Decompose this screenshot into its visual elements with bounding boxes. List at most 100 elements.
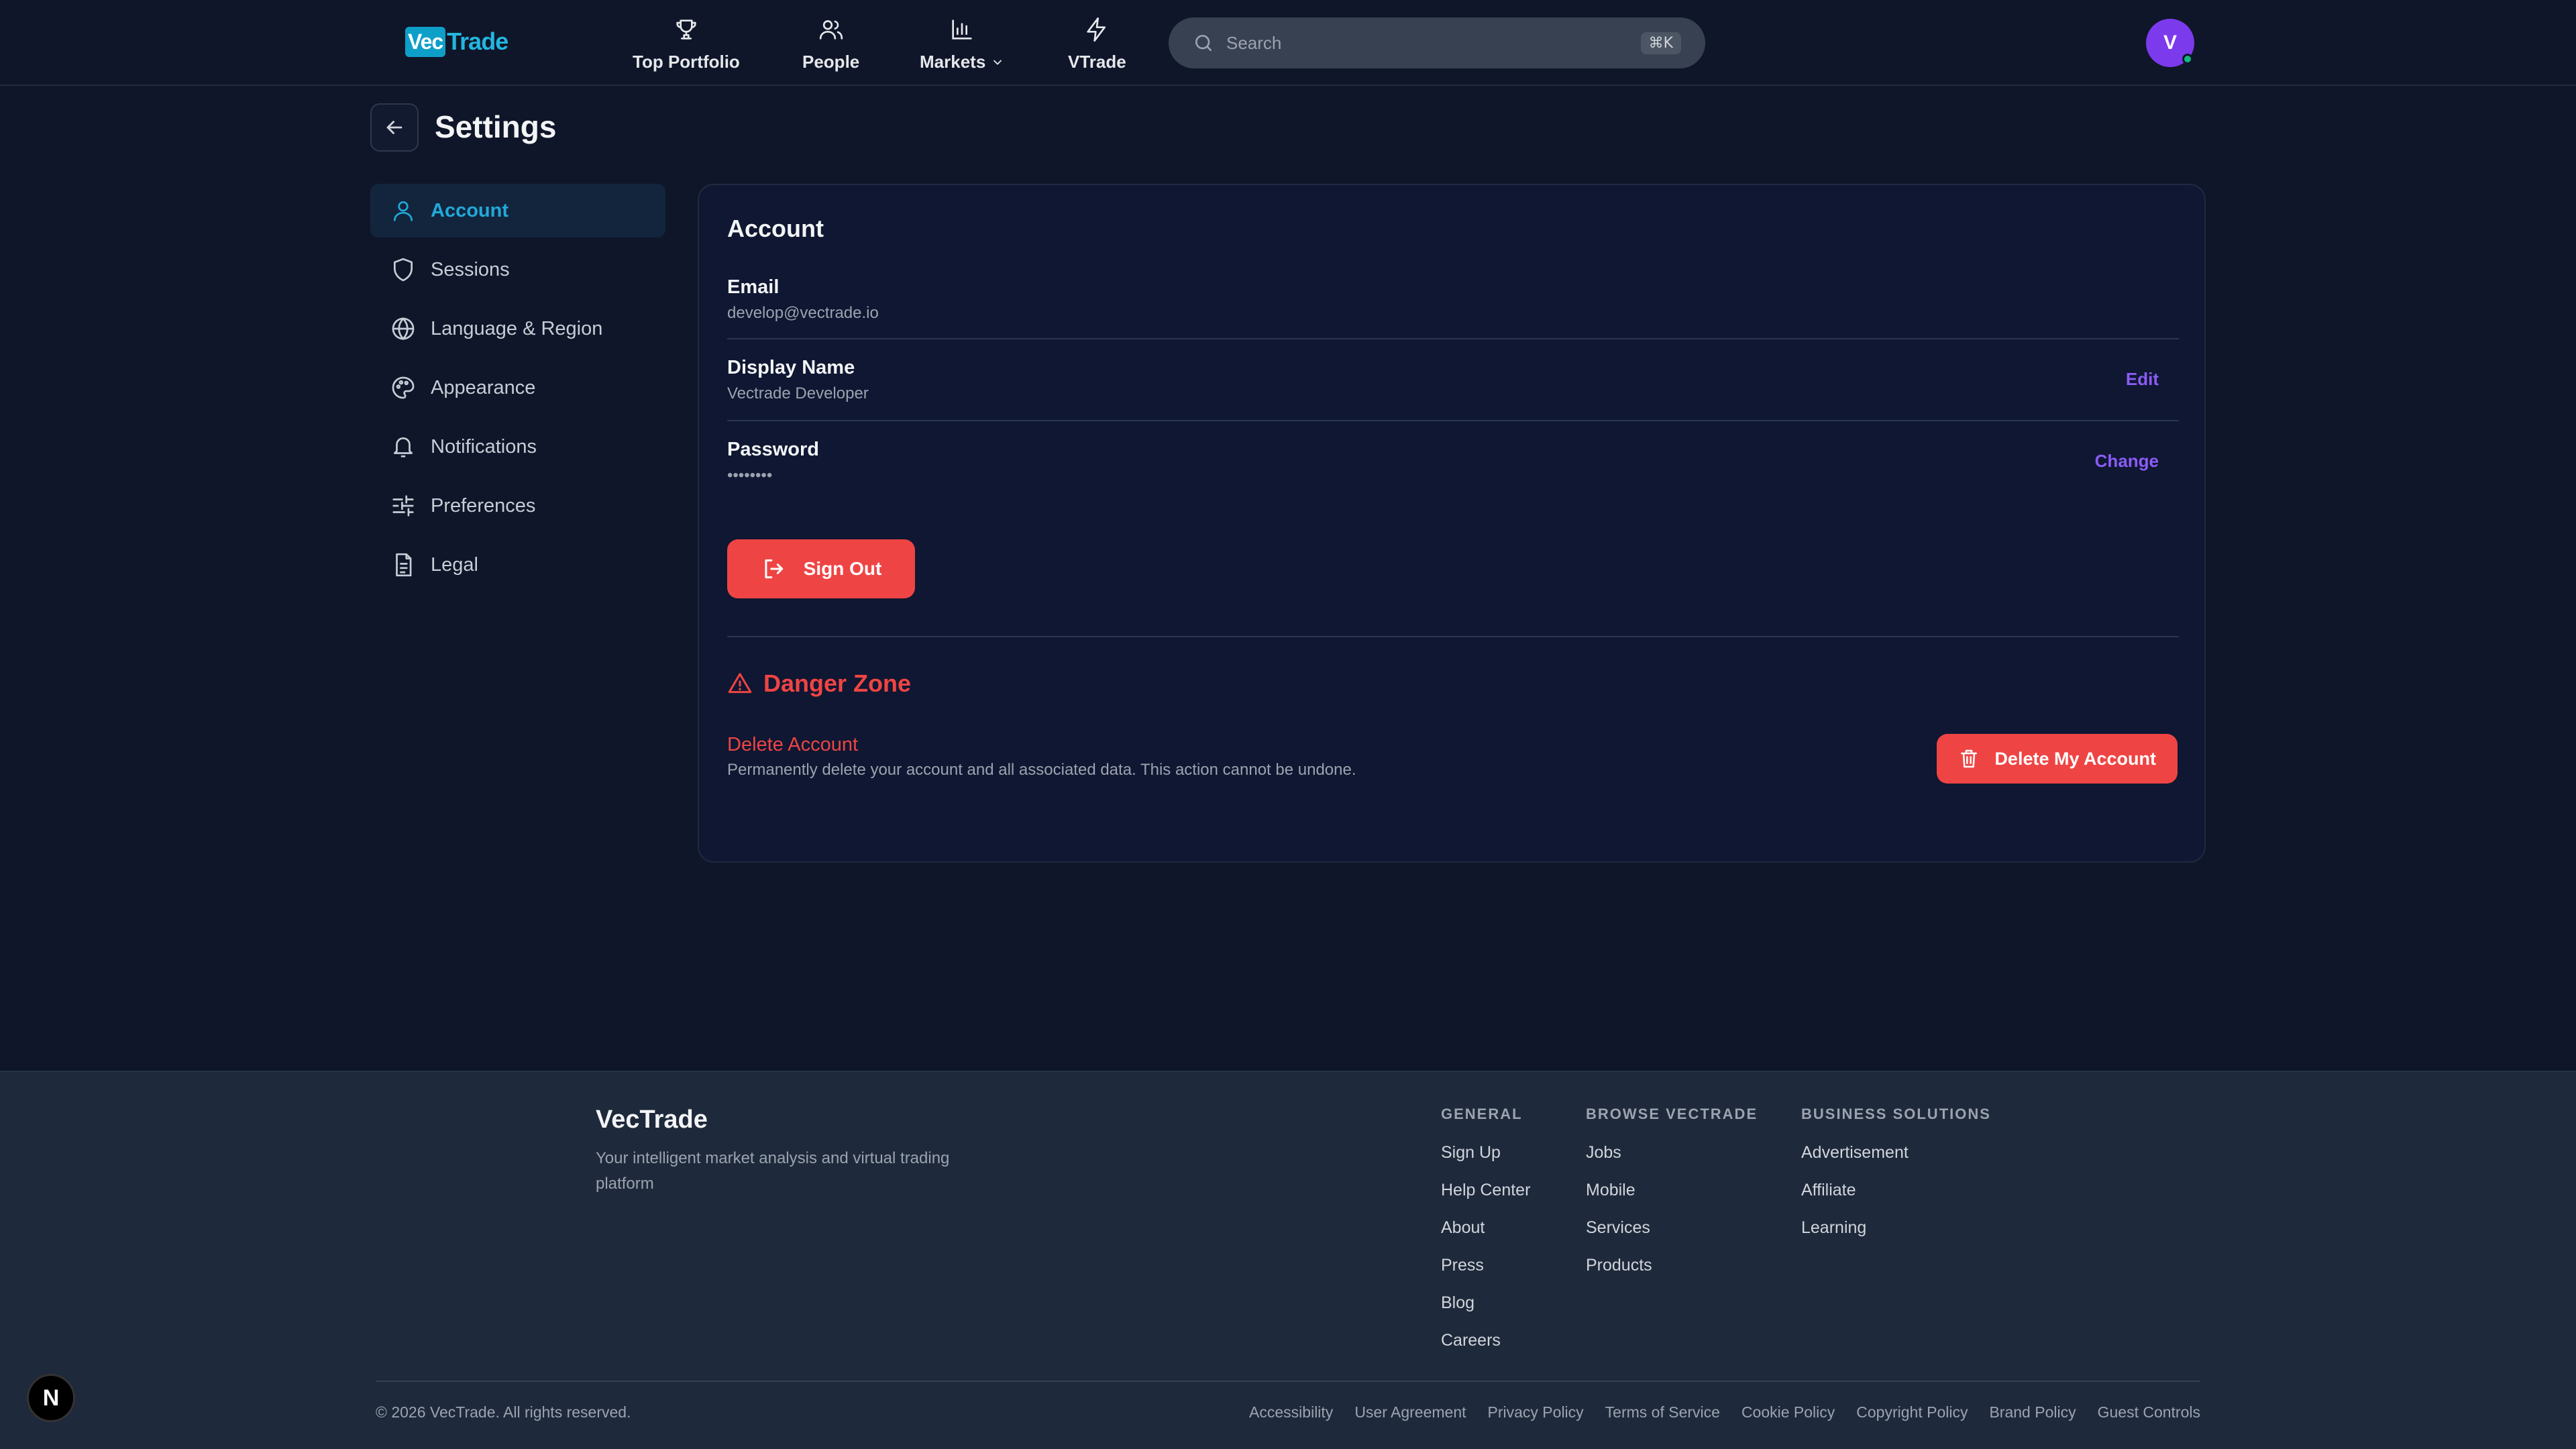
search-bar[interactable]: ⌘K <box>1169 17 1705 68</box>
danger-zone-heading: Danger Zone <box>727 669 911 698</box>
password-value: •••••••• <box>727 466 773 484</box>
back-button[interactable] <box>370 103 419 152</box>
nav-people[interactable]: People <box>802 16 859 72</box>
settings-sidebar: Account Sessions Language & Region Appea… <box>370 184 665 597</box>
nav-top-portfolio-label: Top Portfolio <box>633 52 740 72</box>
footer-link-guest-controls[interactable]: Guest Controls <box>2098 1403 2200 1421</box>
chevron-down-icon <box>994 60 1002 65</box>
divider <box>727 636 2179 637</box>
logout-icon <box>765 559 783 579</box>
email-label: Email <box>727 276 780 298</box>
top-navbar: Vec Trade Top Portfolio People Markets VT… <box>0 0 2576 86</box>
footer-link-brand-policy[interactable]: Brand Policy <box>1989 1403 2076 1421</box>
footer-link-advertisement[interactable]: Advertisement <box>1801 1143 1991 1181</box>
sign-out-button[interactable]: Sign Out <box>727 539 915 598</box>
nav-vtrade-label: VTrade <box>1068 52 1126 72</box>
footer-column-heading: BUSINESS SOLUTIONS <box>1801 1106 1991 1122</box>
account-section-title: Account <box>727 215 824 242</box>
delete-my-account-label: Delete My Account <box>1994 748 2156 769</box>
footer-link-learning[interactable]: Learning <box>1801 1218 1991 1256</box>
sidebar-item-sessions[interactable]: Sessions <box>370 243 665 297</box>
sidebar-item-appearance[interactable]: Appearance <box>370 361 665 415</box>
people-icon <box>819 20 843 40</box>
bell-icon <box>393 437 413 458</box>
footer-link-careers[interactable]: Careers <box>1441 1331 1530 1368</box>
search-input[interactable] <box>1226 32 1641 54</box>
sidebar-item-label: Appearance <box>431 376 536 398</box>
sidebar-item-notifications[interactable]: Notifications <box>370 420 665 474</box>
logo-trade: Trade <box>447 28 508 55</box>
nav-top-portfolio[interactable]: Top Portfolio <box>633 16 740 72</box>
footer-link-cookie-policy[interactable]: Cookie Policy <box>1741 1403 1835 1421</box>
document-icon <box>396 553 412 577</box>
footer-column-general: GENERAL Sign Up Help Center About Press … <box>1441 1106 1530 1368</box>
sidebar-item-label: Account <box>431 199 508 221</box>
sidebar-item-account[interactable]: Account <box>370 184 665 237</box>
sign-out-label: Sign Out <box>803 558 882 579</box>
site-footer: VecTrade Your intelligent market analysi… <box>0 1071 2576 1449</box>
warning-triangle-icon <box>728 673 752 694</box>
sidebar-item-preferences[interactable]: Preferences <box>370 479 665 533</box>
footer-column-heading: GENERAL <box>1441 1106 1523 1122</box>
footer-brand: VecTrade <box>596 1106 708 1134</box>
sidebar-item-label: Preferences <box>431 494 536 517</box>
nav-people-label: People <box>802 52 860 72</box>
sidebar-item-label: Notifications <box>431 435 537 458</box>
sidebar-item-language-region[interactable]: Language & Region <box>370 302 665 356</box>
footer-tagline: Your intelligent market analysis and vir… <box>596 1149 950 1193</box>
footer-link-press[interactable]: Press <box>1441 1256 1530 1293</box>
password-row: Password •••••••• Change <box>727 439 2179 485</box>
bar-chart-icon <box>952 19 972 40</box>
nav-markets-label: Markets <box>920 52 986 72</box>
nav-markets[interactable]: Markets <box>920 16 1004 72</box>
account-card: Account Email develop@vectrade.io Displa… <box>698 184 2206 863</box>
footer-link-privacy-policy[interactable]: Privacy Policy <box>1488 1403 1584 1421</box>
change-password-button[interactable]: Change <box>2095 451 2159 472</box>
footer-link-products[interactable]: Products <box>1586 1256 1758 1293</box>
edit-display-name-button[interactable]: Edit <box>2126 369 2159 390</box>
sidebar-item-legal[interactable]: Legal <box>370 538 665 592</box>
sidebar-item-label: Language & Region <box>431 317 603 339</box>
vectrade-logo[interactable]: Vec Trade <box>405 23 508 60</box>
footer-link-user-agreement[interactable]: User Agreement <box>1354 1403 1466 1421</box>
footer-column-business-solutions: BUSINESS SOLUTIONS Advertisement Affilia… <box>1801 1106 1991 1256</box>
user-icon <box>393 201 413 221</box>
logo-vec: Vec <box>405 26 446 57</box>
arrow-left-icon <box>386 121 402 134</box>
footer-link-about[interactable]: About <box>1441 1218 1530 1256</box>
delete-account-label: Delete Account <box>727 734 859 755</box>
trophy-icon <box>676 19 696 40</box>
dev-tools-badge[interactable]: N <box>27 1374 75 1422</box>
footer-link-services[interactable]: Services <box>1586 1218 1758 1256</box>
footer-legal-links: Accessibility User Agreement Privacy Pol… <box>1249 1403 2200 1421</box>
footer-link-mobile[interactable]: Mobile <box>1586 1181 1758 1218</box>
sidebar-item-label: Sessions <box>431 258 510 280</box>
delete-account-description: Permanently delete your account and all … <box>727 761 1356 779</box>
search-icon <box>1195 35 1212 51</box>
user-avatar[interactable]: V <box>2146 19 2194 67</box>
footer-link-accessibility[interactable]: Accessibility <box>1249 1403 1333 1421</box>
email-value: develop@vectrade.io <box>727 304 879 322</box>
display-name-row: Display Name Vectrade Developer Edit <box>727 357 2179 403</box>
palette-icon <box>392 376 415 399</box>
footer-link-copyright-policy[interactable]: Copyright Policy <box>1856 1403 1968 1421</box>
nav-vtrade[interactable]: VTrade <box>1068 16 1126 72</box>
globe-icon <box>392 317 415 341</box>
footer-link-help-center[interactable]: Help Center <box>1441 1181 1530 1218</box>
online-status-dot <box>2182 54 2193 64</box>
footer-link-jobs[interactable]: Jobs <box>1586 1143 1758 1181</box>
footer-link-terms-of-service[interactable]: Terms of Service <box>1605 1403 1720 1421</box>
footer-link-sign-up[interactable]: Sign Up <box>1441 1143 1530 1181</box>
avatar-initial: V <box>2163 32 2177 54</box>
footer-divider <box>376 1381 2200 1382</box>
footer-link-blog[interactable]: Blog <box>1441 1293 1530 1331</box>
page-title: Settings <box>435 109 557 144</box>
divider <box>727 420 2179 421</box>
footer-link-affiliate[interactable]: Affiliate <box>1801 1181 1991 1218</box>
email-row: Email develop@vectrade.io <box>727 276 2179 323</box>
password-label: Password <box>727 439 819 460</box>
sliders-icon <box>392 495 414 517</box>
danger-zone-title: Danger Zone <box>763 669 912 697</box>
delete-my-account-button[interactable]: Delete My Account <box>1937 734 2178 784</box>
divider <box>727 338 2179 339</box>
